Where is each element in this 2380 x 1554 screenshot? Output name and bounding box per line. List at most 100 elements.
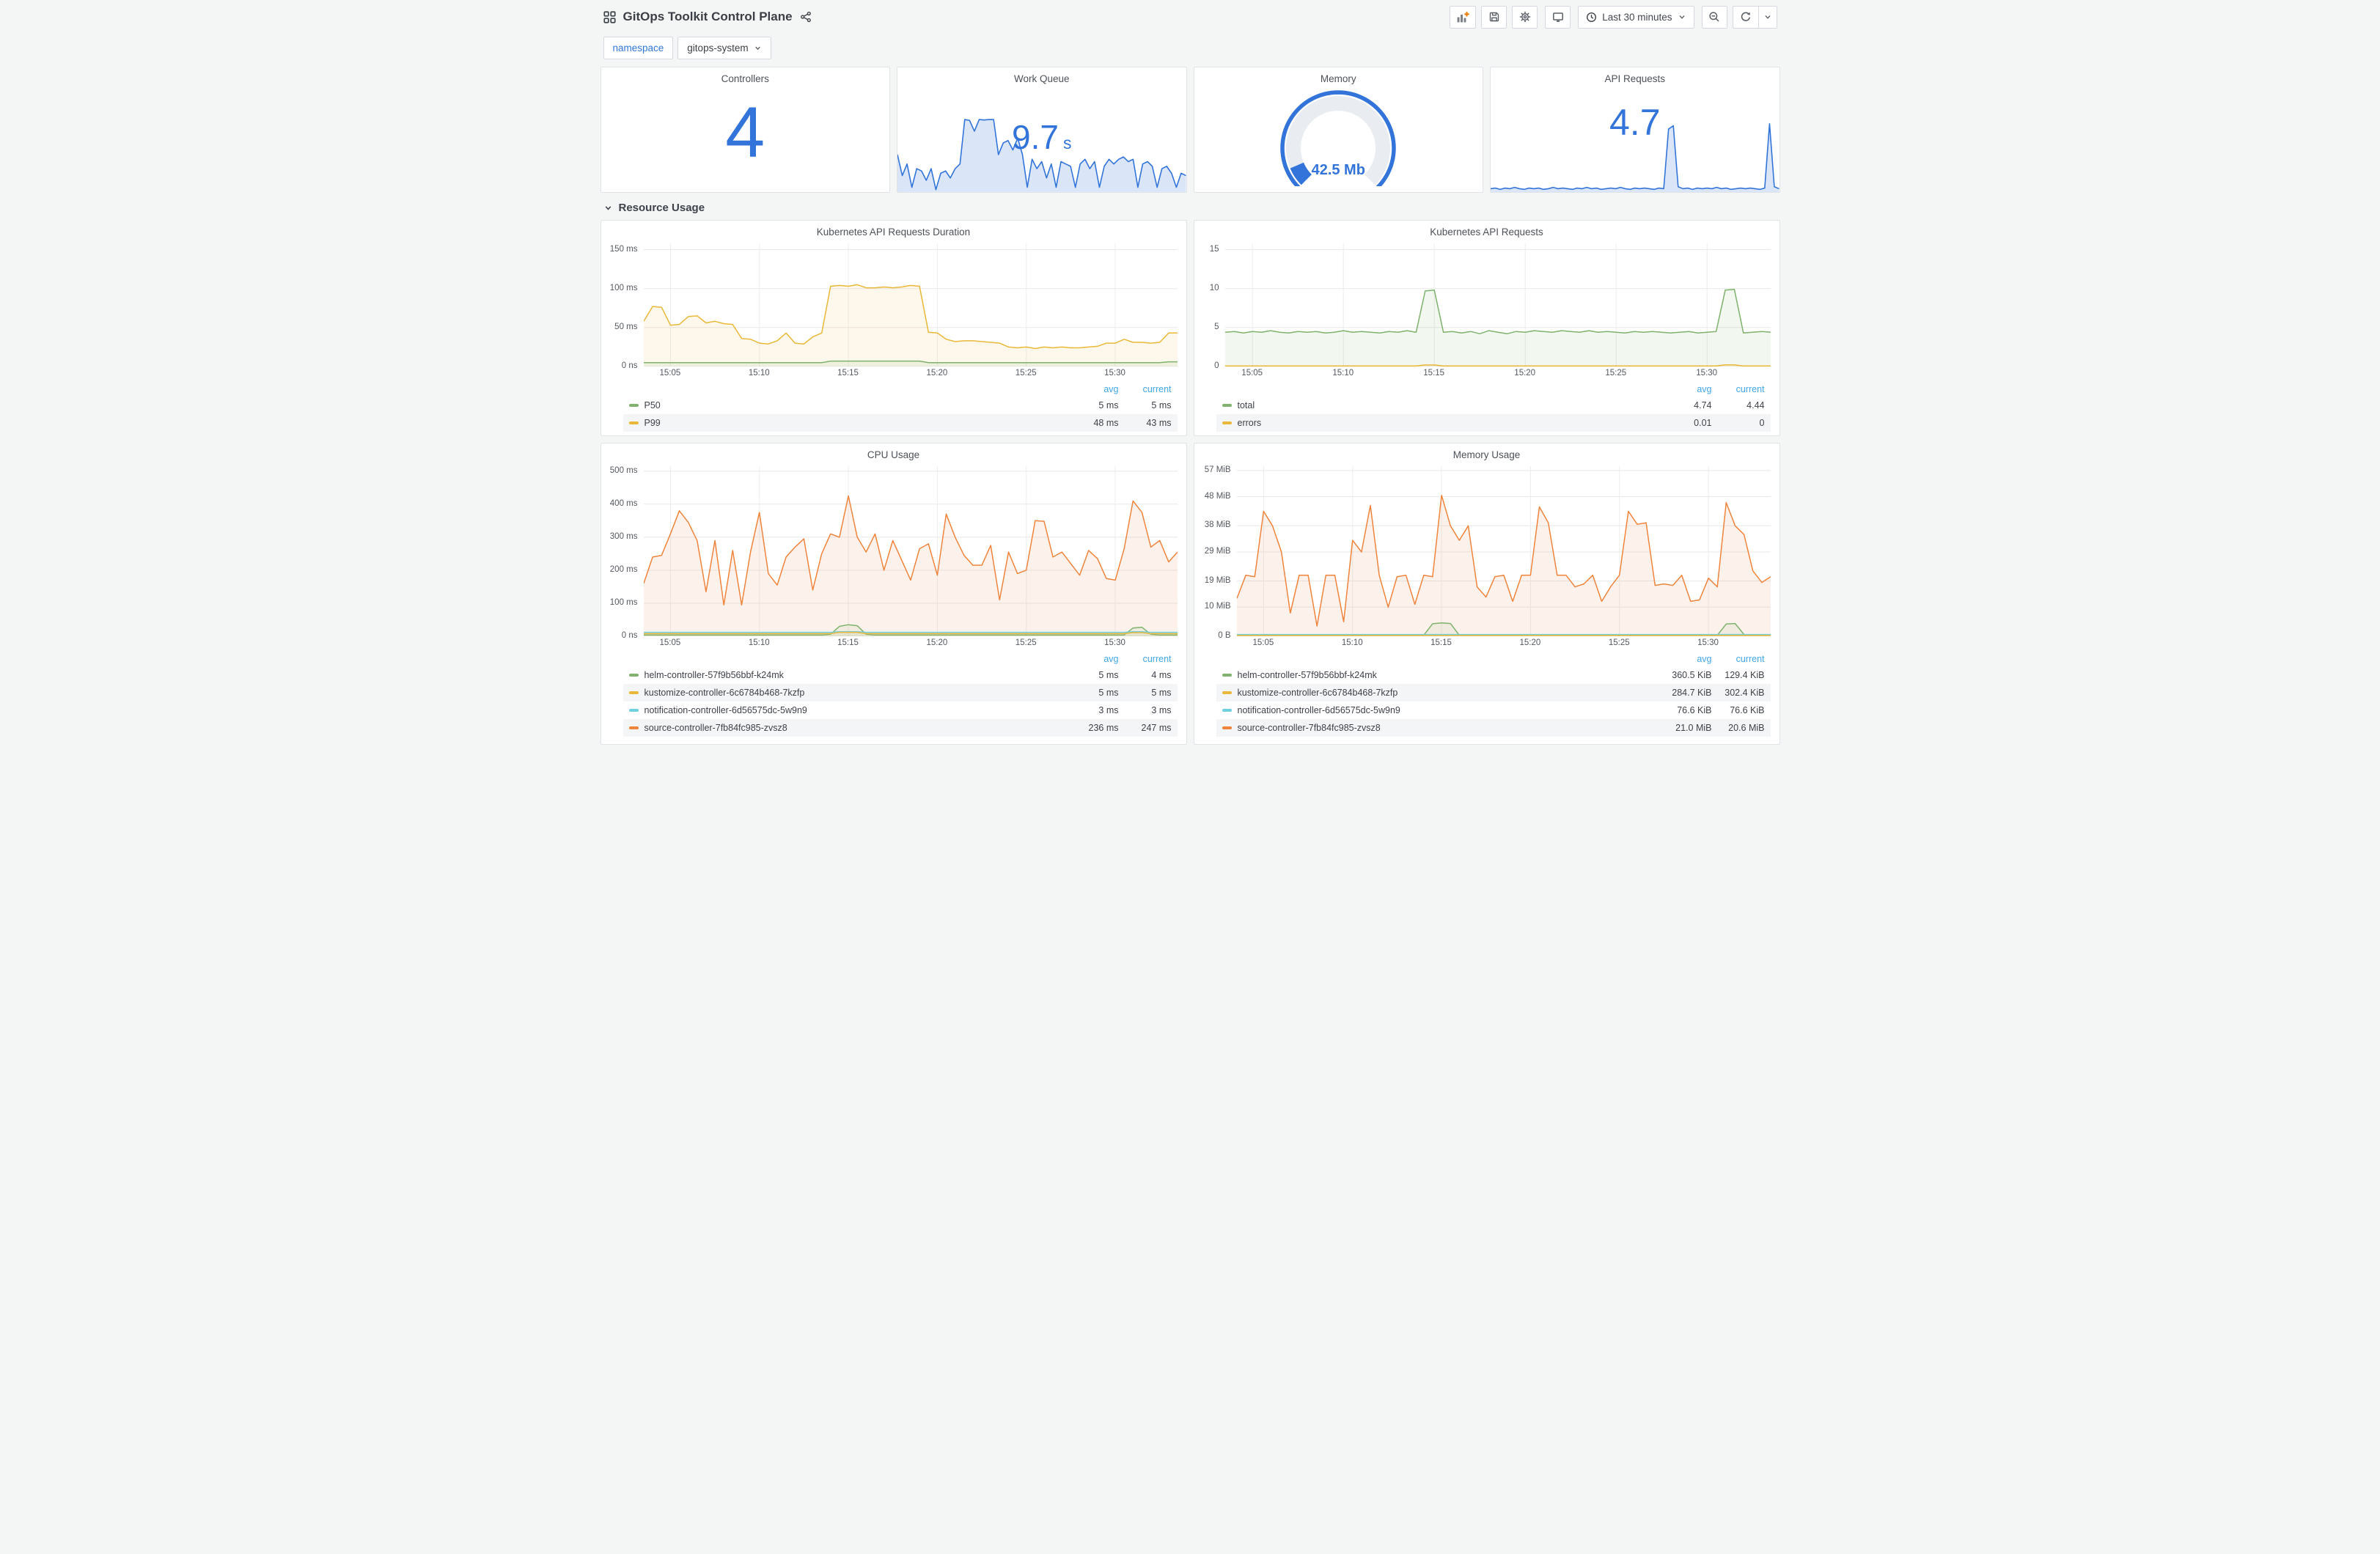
legend-current-value: 5 ms xyxy=(1151,400,1172,410)
legend-series-name[interactable]: helm-controller-57f9b56bbf-k24mk xyxy=(1222,670,1649,680)
legend-series-name[interactable]: helm-controller-57f9b56bbf-k24mk xyxy=(628,670,1056,680)
variable-value-dropdown[interactable]: gitops-system xyxy=(677,37,771,59)
legend-current-header[interactable]: current xyxy=(1712,654,1765,664)
legend-series-name[interactable]: kustomize-controller-6c6784b468-7kzfp xyxy=(628,688,1056,698)
charts-row-1: Kubernetes API Requests Duration 0 ns 50 … xyxy=(600,220,1780,436)
legend-avg-header[interactable]: avg xyxy=(1649,654,1711,664)
cpu-plot-area[interactable] xyxy=(643,466,1178,636)
x-axis-label: 15:05 xyxy=(1241,369,1263,378)
refresh-icon xyxy=(1740,11,1752,23)
y-axis-label: 5 xyxy=(1214,322,1219,331)
y-axis-label: 10 xyxy=(1209,283,1219,292)
share-icon[interactable] xyxy=(800,11,812,23)
x-axis-label: 15:05 xyxy=(1252,638,1274,647)
panel-title[interactable]: API Requests xyxy=(1491,67,1780,86)
y-axis-label: 15 xyxy=(1209,244,1219,254)
cycle-view-mode-button[interactable] xyxy=(1545,5,1571,29)
y-axis-label: 100 ms xyxy=(609,283,638,292)
charts-row-2: CPU Usage 0 ns 100 ms 200 ms 300 ms 400 ms 50… xyxy=(600,443,1780,745)
panel-title[interactable]: Controllers xyxy=(601,67,890,86)
chevron-down-icon xyxy=(1678,12,1686,21)
legend-avg-value: 3 ms xyxy=(1098,705,1119,715)
legend-series-name[interactable]: P99 xyxy=(628,418,1056,428)
legend-avg-header[interactable]: avg xyxy=(1056,384,1118,394)
zoom-out-icon xyxy=(1708,11,1720,23)
legend-series-name[interactable]: notification-controller-6d56575dc-5w9n9 xyxy=(628,705,1056,715)
panel-title[interactable]: Kubernetes API Requests xyxy=(1194,221,1780,239)
x-axis: 15:05 15:10 15:15 15:20 15:25 15:30 xyxy=(644,367,1178,380)
x-axis-label: 15:15 xyxy=(837,369,859,378)
time-range-label: Last 30 minutes xyxy=(1602,11,1672,23)
y-axis-label: 0 ns xyxy=(621,631,638,640)
legend-series-name[interactable]: kustomize-controller-6c6784b468-7kzfp xyxy=(1222,688,1649,698)
section-resource-usage[interactable]: Resource Usage xyxy=(603,202,1777,214)
clock-icon xyxy=(1586,12,1597,23)
panel-title[interactable]: CPU Usage xyxy=(601,443,1186,462)
time-series-plot[interactable] xyxy=(643,466,1178,636)
variable-label-namespace: namespace xyxy=(603,37,674,59)
legend-current-value: 247 ms xyxy=(1141,723,1172,733)
legend-series-color-icon xyxy=(628,404,639,407)
legend-series-name[interactable]: source-controller-7fb84fc985-zvsz8 xyxy=(1222,723,1649,733)
y-axis: 0 B 10 MiB 19 MiB 29 MiB 38 MiB 48 MiB 57 MiB xyxy=(1199,465,1237,640)
legend-current-value: 0 xyxy=(1759,418,1765,428)
legend-series-color-icon xyxy=(1222,726,1232,729)
apps-grid-icon[interactable] xyxy=(603,10,616,23)
controllers-value: 4 xyxy=(725,92,765,172)
panel-title[interactable]: Work Queue xyxy=(897,67,1186,86)
panel-k8s-api-requests: Kubernetes API Requests 0 5 10 15 15:05 15:1… xyxy=(1193,220,1780,436)
time-range-picker[interactable]: Last 30 minutes xyxy=(1578,5,1694,29)
legend-series-color-icon xyxy=(628,691,639,694)
panel-api-requests-stat: API Requests 4.7 xyxy=(1490,67,1780,193)
legend-current-header[interactable]: current xyxy=(1119,654,1172,664)
legend-series-name[interactable]: total xyxy=(1222,400,1649,410)
legend-series-name[interactable]: errors xyxy=(1222,418,1649,428)
y-axis: 0 ns 100 ms 200 ms 300 ms 400 ms 500 ms xyxy=(606,466,644,640)
time-series-plot[interactable] xyxy=(1224,243,1771,367)
dashboard-title: GitOps Toolkit Control Plane xyxy=(622,10,793,23)
add-panel-button[interactable] xyxy=(1450,5,1477,29)
y-axis-label: 57 MiB xyxy=(1204,465,1231,474)
legend-avg-value: 284.7 KiB xyxy=(1672,688,1712,698)
legend-current-header[interactable]: current xyxy=(1712,384,1765,394)
legend-series-name[interactable]: P50 xyxy=(628,400,1056,410)
legend-series-name[interactable]: notification-controller-6d56575dc-5w9n9 xyxy=(1222,705,1649,715)
panel-k8s-api-requests-duration: Kubernetes API Requests Duration 0 ns 50 … xyxy=(600,220,1187,436)
legend-row: helm-controller-57f9b56bbf-k24mk 360.5 Ki… xyxy=(1216,666,1771,684)
panel-work-queue: Work Queue 9.7 s xyxy=(897,67,1187,193)
zoom-out-time-button[interactable] xyxy=(1701,5,1727,29)
legend-series-name[interactable]: source-controller-7fb84fc985-zvsz8 xyxy=(628,723,1056,733)
x-axis: 15:05 15:10 15:15 15:20 15:25 15:30 xyxy=(1225,367,1771,380)
legend: avg current P50 5 ms 5 ms P99 48 ms 43 ms xyxy=(622,382,1178,432)
save-dashboard-button[interactable] xyxy=(1481,5,1507,29)
x-axis-label: 15:30 xyxy=(1104,369,1125,378)
panel-title[interactable]: Kubernetes API Requests Duration xyxy=(601,221,1186,239)
x-axis-label: 15:30 xyxy=(1697,638,1719,647)
tv-icon xyxy=(1552,11,1564,23)
legend-current-value: 4 ms xyxy=(1151,670,1172,680)
legend-series-color-icon xyxy=(1222,691,1232,694)
requests-plot-area[interactable] xyxy=(1224,243,1771,367)
y-axis-label: 200 ms xyxy=(609,564,638,574)
legend-avg-value: 0.01 xyxy=(1694,418,1712,428)
stat-panels-row: Controllers 4 Work Queue 9.7 s Memory 42.… xyxy=(600,67,1780,193)
legend-avg-value: 76.6 KiB xyxy=(1677,705,1712,715)
chevron-down-icon xyxy=(754,44,762,52)
duration-plot-area[interactable] xyxy=(643,243,1178,367)
memory-plot-area[interactable] xyxy=(1236,466,1771,636)
legend-avg-header[interactable]: avg xyxy=(1649,384,1711,394)
refresh-dashboard-button[interactable] xyxy=(1732,5,1758,29)
time-series-plot[interactable] xyxy=(1236,466,1771,636)
refresh-interval-dropdown[interactable] xyxy=(1758,5,1777,29)
variable-value-text: gitops-system xyxy=(687,43,749,54)
time-series-plot[interactable] xyxy=(643,243,1178,367)
panel-title[interactable]: Memory Usage xyxy=(1194,443,1780,462)
legend-series-color-icon xyxy=(628,726,639,729)
x-axis-label: 15:25 xyxy=(1015,638,1037,647)
legend-current-header[interactable]: current xyxy=(1119,384,1172,394)
x-axis: 15:05 15:10 15:15 15:20 15:25 15:30 xyxy=(1237,636,1771,649)
dashboard-settings-button[interactable] xyxy=(1512,5,1538,29)
legend-avg-header[interactable]: avg xyxy=(1056,654,1118,664)
legend-series-color-icon xyxy=(1222,421,1232,424)
x-axis-label: 15:20 xyxy=(926,369,948,378)
